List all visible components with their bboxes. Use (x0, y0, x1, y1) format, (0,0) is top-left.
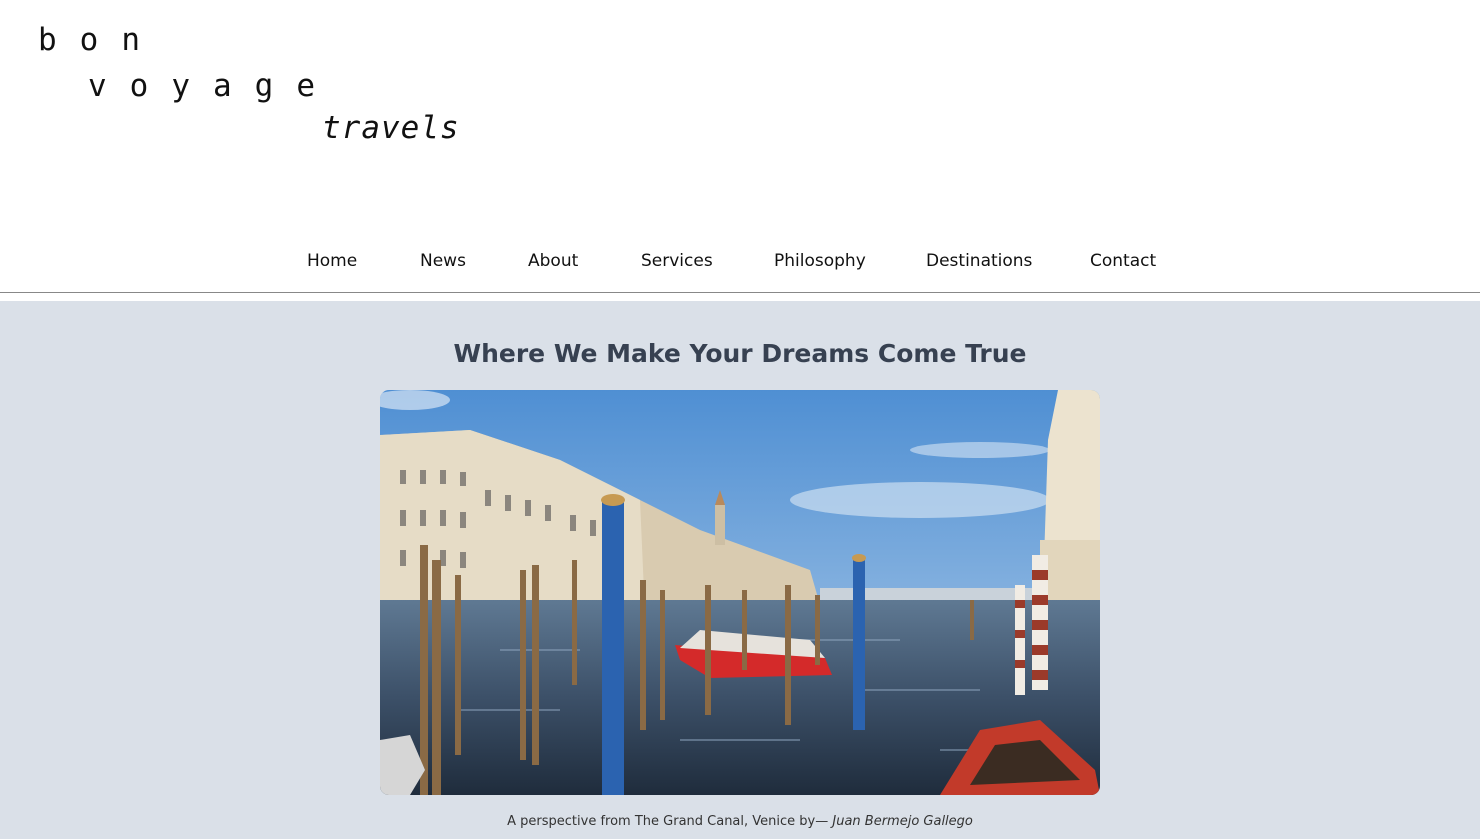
logo-line-voyage: voyage (88, 68, 338, 104)
caption-text: A perspective from The Grand Canal, Veni… (507, 814, 833, 829)
nav-destinations[interactable]: Destinations (926, 251, 1032, 271)
nav-about[interactable]: About (528, 251, 578, 271)
nav-contact[interactable]: Contact (1090, 251, 1156, 271)
nav-news[interactable]: News (420, 251, 466, 271)
main-nav: Home News About Services Philosophy Dest… (0, 246, 1480, 278)
nav-philosophy[interactable]: Philosophy (774, 251, 866, 271)
hero-section: Where We Make Your Dreams Come True A pe… (0, 301, 1480, 839)
site-logo[interactable]: bon voyage travels (0, 0, 459, 180)
logo-line-bon: bon (38, 22, 163, 58)
grand-canal-photo (380, 390, 1100, 795)
hero-title: Where We Make Your Dreams Come True (453, 339, 1027, 368)
site-header: bon voyage travels Home News About Servi… (0, 0, 1480, 292)
nav-services[interactable]: Services (641, 251, 713, 271)
caption-author: Juan Bermejo Gallego (832, 814, 973, 829)
logo-line-travels: travels (322, 110, 460, 146)
header-gap (0, 293, 1480, 301)
nav-home[interactable]: Home (307, 251, 357, 271)
photo-caption: A perspective from The Grand Canal, Veni… (0, 814, 1480, 829)
